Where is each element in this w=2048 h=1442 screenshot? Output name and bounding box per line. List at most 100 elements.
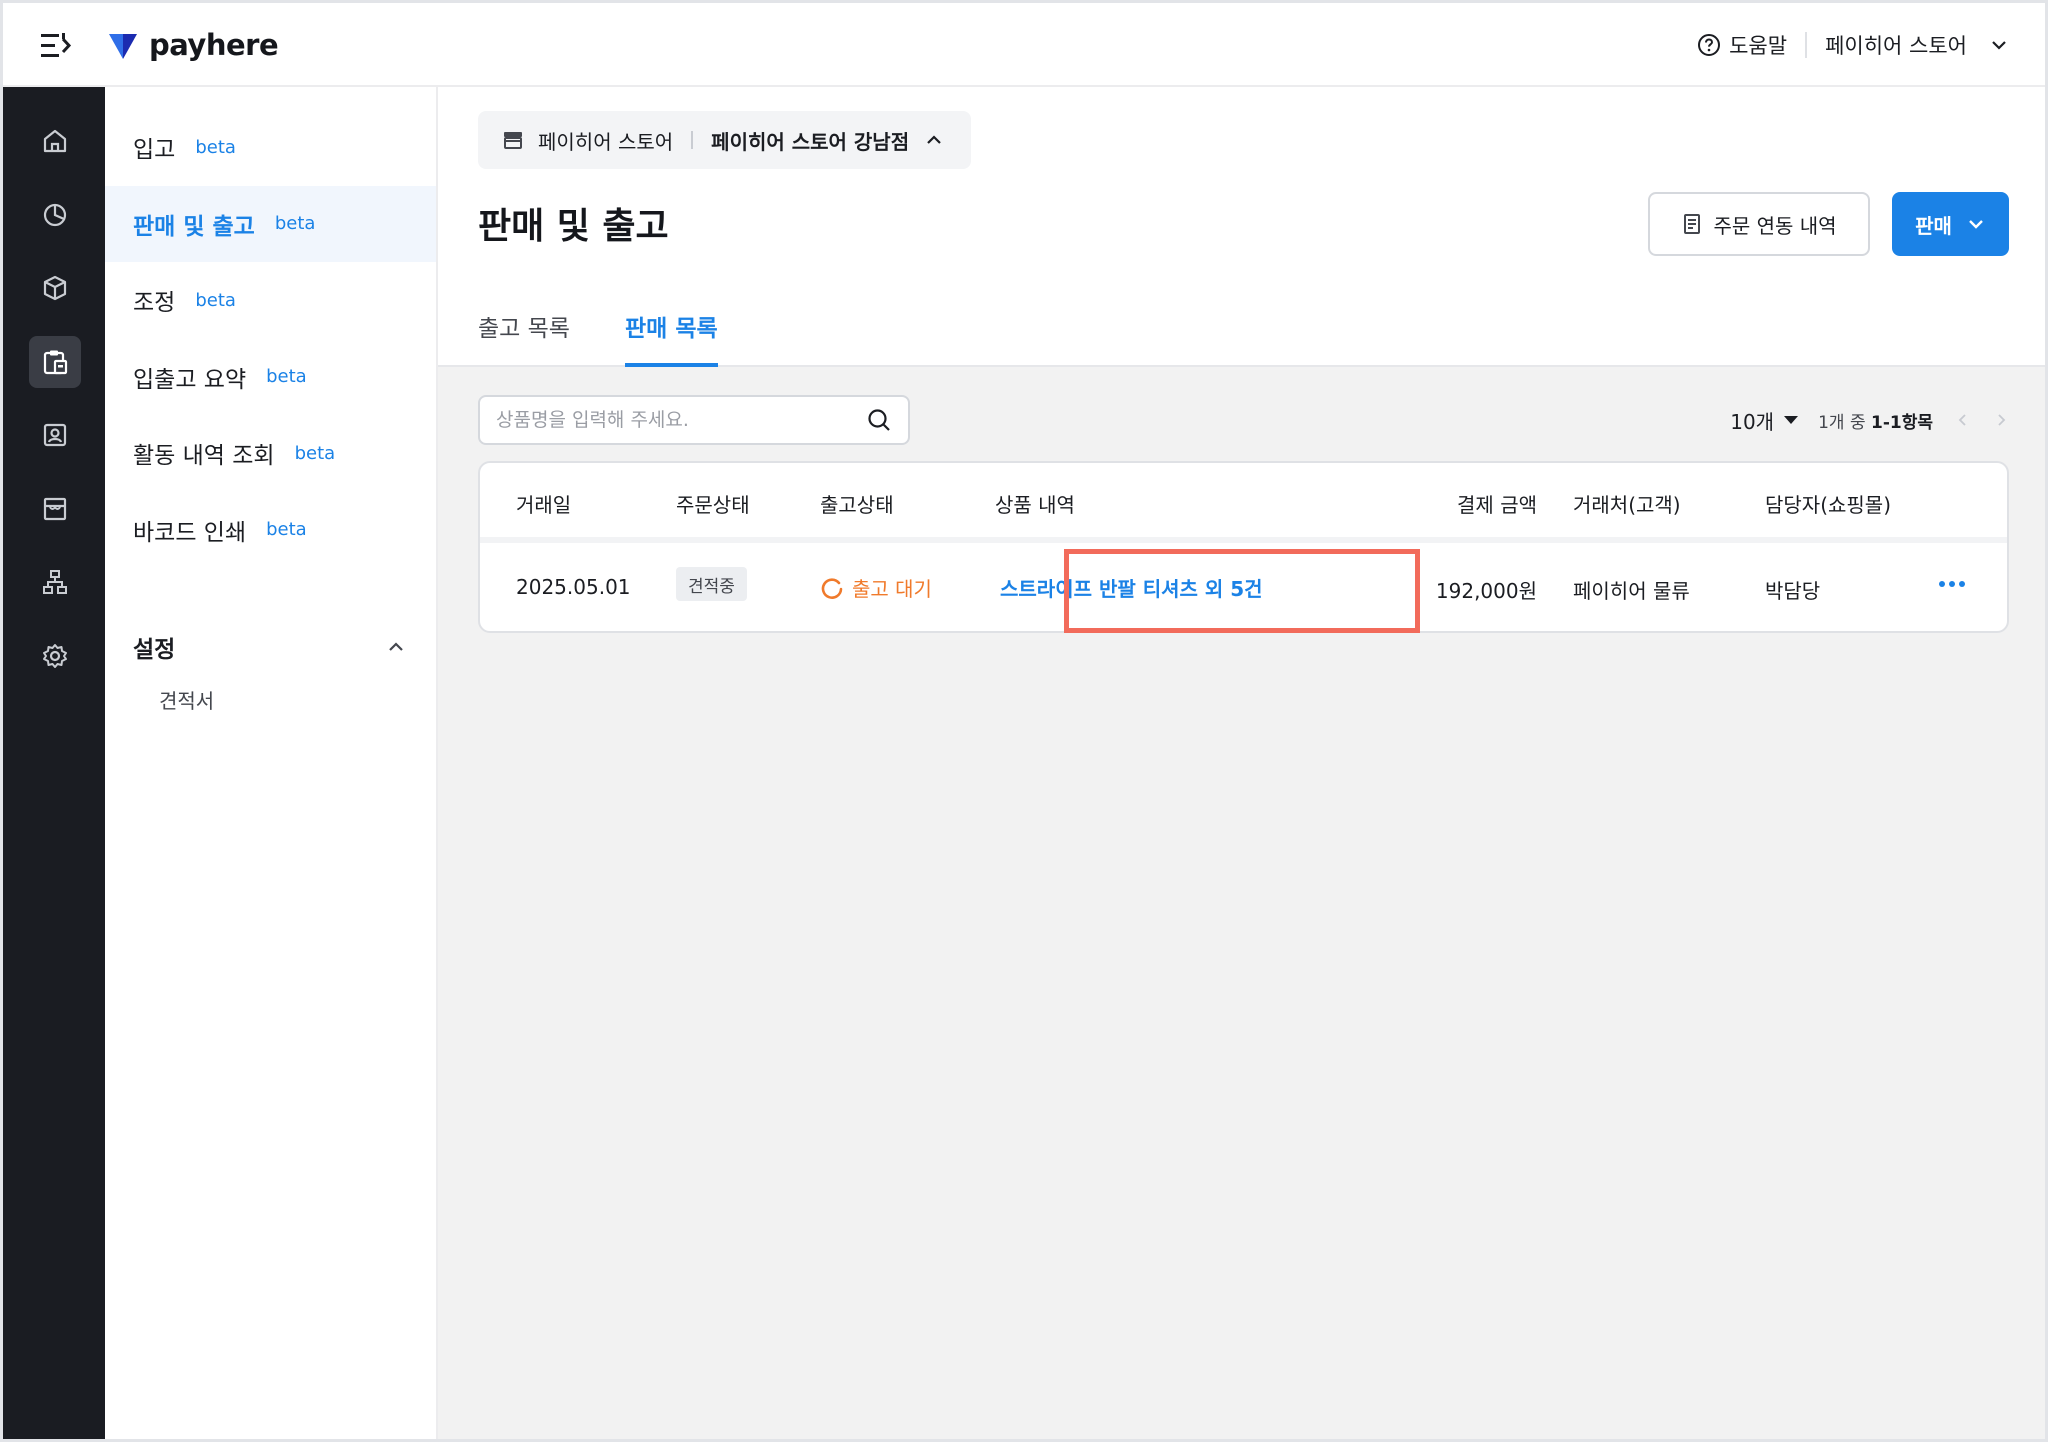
order-link-history-label: 주문 연동 내역 [1713,213,1837,238]
sidebar-item-label: 조정 [133,290,176,316]
store-branch-selector[interactable]: 페이히어 스토어 페이히어 스토어 강남점 [478,111,972,169]
sidebar-group-label: 설정 [133,637,176,663]
ship-status: 출고 대기 [820,573,932,602]
search-icon[interactable] [866,407,892,433]
rail-settings[interactable] [29,630,81,682]
help-icon [1698,34,1721,56]
chart-icon [43,203,67,227]
beta-badge: beta [266,519,307,540]
chevron-up-icon [927,135,941,144]
search-input[interactable] [496,409,866,431]
store-selector[interactable]: 페이히어 스토어 [1825,30,2009,60]
sidebar: 입고 beta 판매 및 출고 beta 조정 beta 입출고 요약 beta… [105,87,438,1439]
caret-down-icon [1784,416,1799,424]
beta-badge: beta [195,136,236,158]
divider [1805,32,1808,58]
clipboard-icon [43,350,68,375]
sidebar-item-activity-log[interactable]: 활동 내역 조회 beta [105,415,436,491]
row-date: 2025.05.01 [516,575,631,599]
page-header: 페이히어 스토어 페이히어 스토어 강남점 판매 및 출고 주문 연동 내역 판… [438,87,2045,367]
sidebar-item-label: 판매 및 출고 [133,213,255,240]
store-name: 페이히어 스토어 [538,129,674,154]
payhere-logo[interactable]: payhere [107,25,279,65]
loading-spinner-icon [821,577,843,599]
chevron-down-icon [1992,41,2006,50]
rail-customers[interactable] [29,409,81,461]
rail-organization[interactable] [29,556,81,608]
sidebar-item-inout-summary[interactable]: 입출고 요약 beta [105,339,436,415]
main-content: 페이히어 스토어 페이히어 스토어 강남점 판매 및 출고 주문 연동 내역 판… [438,87,2045,1439]
tab-shipping-list[interactable]: 출고 목록 [478,309,570,367]
row-manager: 박담당 [1765,579,1821,603]
rail-analytics[interactable] [29,189,81,241]
sidebar-item-adjustment[interactable]: 조정 beta [105,262,436,338]
store-icon [43,497,67,521]
help-button[interactable]: 도움말 [1697,30,1787,60]
menu-toggle-icon[interactable] [39,31,73,61]
sidebar-item-label: 바코드 인쇄 [133,519,247,546]
sales-table: 거래일 주문상태 출고상태 상품 내역 결제 금액 거래처(고객) 담당자(쇼핑… [478,461,2009,633]
order-link-history-button[interactable]: 주문 연동 내역 [1648,192,1870,256]
row-more-options-icon[interactable] [1934,569,1970,599]
rail-store[interactable] [29,483,81,535]
sidebar-item-label: 활동 내역 조회 [133,443,275,469]
app-window: payhere 도움말 페이히어 스토어 입고 beta 판매 및 출고 bet… [0,0,2048,1442]
sidebar-item-sales-shipping[interactable]: 판매 및 출고 beta [105,185,436,262]
chevron-up-icon [389,642,403,651]
order-status-badge: 견적중 [676,567,747,601]
column-header-date[interactable]: 거래일 [516,489,571,518]
chevron-down-icon [1969,220,1983,229]
range-prefix: 1개 중 [1818,412,1866,433]
branch-name: 페이히어 스토어 강남점 [711,129,910,154]
document-icon [1684,214,1701,234]
range-info: 1개 중 1-1항목 [1818,408,1933,433]
pagination: 10개 1개 중 1-1항목 [1730,401,2009,439]
table-header: 거래일 주문상태 출고상태 상품 내역 결제 금액 거래처(고객) 담당자(쇼핑… [480,463,2007,543]
contact-icon [43,423,67,447]
rail-home[interactable] [29,115,81,167]
box-icon [43,275,67,301]
sidebar-item-receiving[interactable]: 입고 beta [105,109,436,185]
sell-label: 판매 [1915,213,1952,238]
column-header-partner[interactable]: 거래처(고객) [1573,489,1681,518]
column-header-order-status[interactable]: 주문상태 [676,489,750,518]
storefront-icon [504,132,522,149]
sidebar-item-label: 입출고 요약 [133,366,247,393]
sidebar-item-barcode-print[interactable]: 바코드 인쇄 beta [105,492,436,568]
rail-products[interactable] [29,262,81,314]
rail-inventory[interactable] [29,336,81,388]
column-header-products[interactable]: 상품 내역 [995,489,1075,518]
help-label: 도움말 [1729,34,1788,58]
top-bar: payhere 도움말 페이히어 스토어 [3,3,2045,87]
product-search [478,395,910,445]
org-icon [43,570,67,594]
column-header-ship-status[interactable]: 출고상태 [820,489,894,518]
logo-text: payhere [149,28,279,62]
range-value: 1-1항목 [1871,412,1933,433]
sidebar-item-label: 입고 [133,137,176,163]
column-header-manager[interactable]: 담당자(쇼핑몰) [1765,489,1891,518]
beta-badge: beta [294,442,336,464]
sidebar-item-quote[interactable]: 견적서 [159,669,214,729]
product-detail-link[interactable]: 스트라이프 반팔 티셔츠 외 5건 [1000,573,1263,602]
icon-rail [3,87,105,1439]
beta-badge: beta [195,289,236,311]
tab-sales-list[interactable]: 판매 목록 [625,309,718,367]
divider [691,131,694,149]
page-size-select[interactable]: 10개 [1730,406,1799,435]
ship-status-label: 출고 대기 [852,577,932,601]
next-page-icon[interactable] [1993,412,2009,428]
top-right-controls: 도움말 페이히어 스토어 [1697,25,2009,65]
prev-page-icon[interactable] [1955,412,1971,428]
sell-button[interactable]: 판매 [1892,192,2009,256]
store-name: 페이히어 스토어 [1825,34,1967,58]
column-header-amount[interactable]: 결제 금액 [1457,489,1537,518]
beta-badge: beta [266,366,307,387]
page-size-value: 10개 [1730,409,1775,434]
home-icon [43,129,67,153]
row-amount: 192,000원 [1435,579,1537,603]
gear-icon [43,644,67,668]
sidebar-group-settings[interactable]: 설정 [105,609,436,685]
page-title: 판매 및 출고 [478,206,669,247]
beta-badge: beta [274,213,316,234]
